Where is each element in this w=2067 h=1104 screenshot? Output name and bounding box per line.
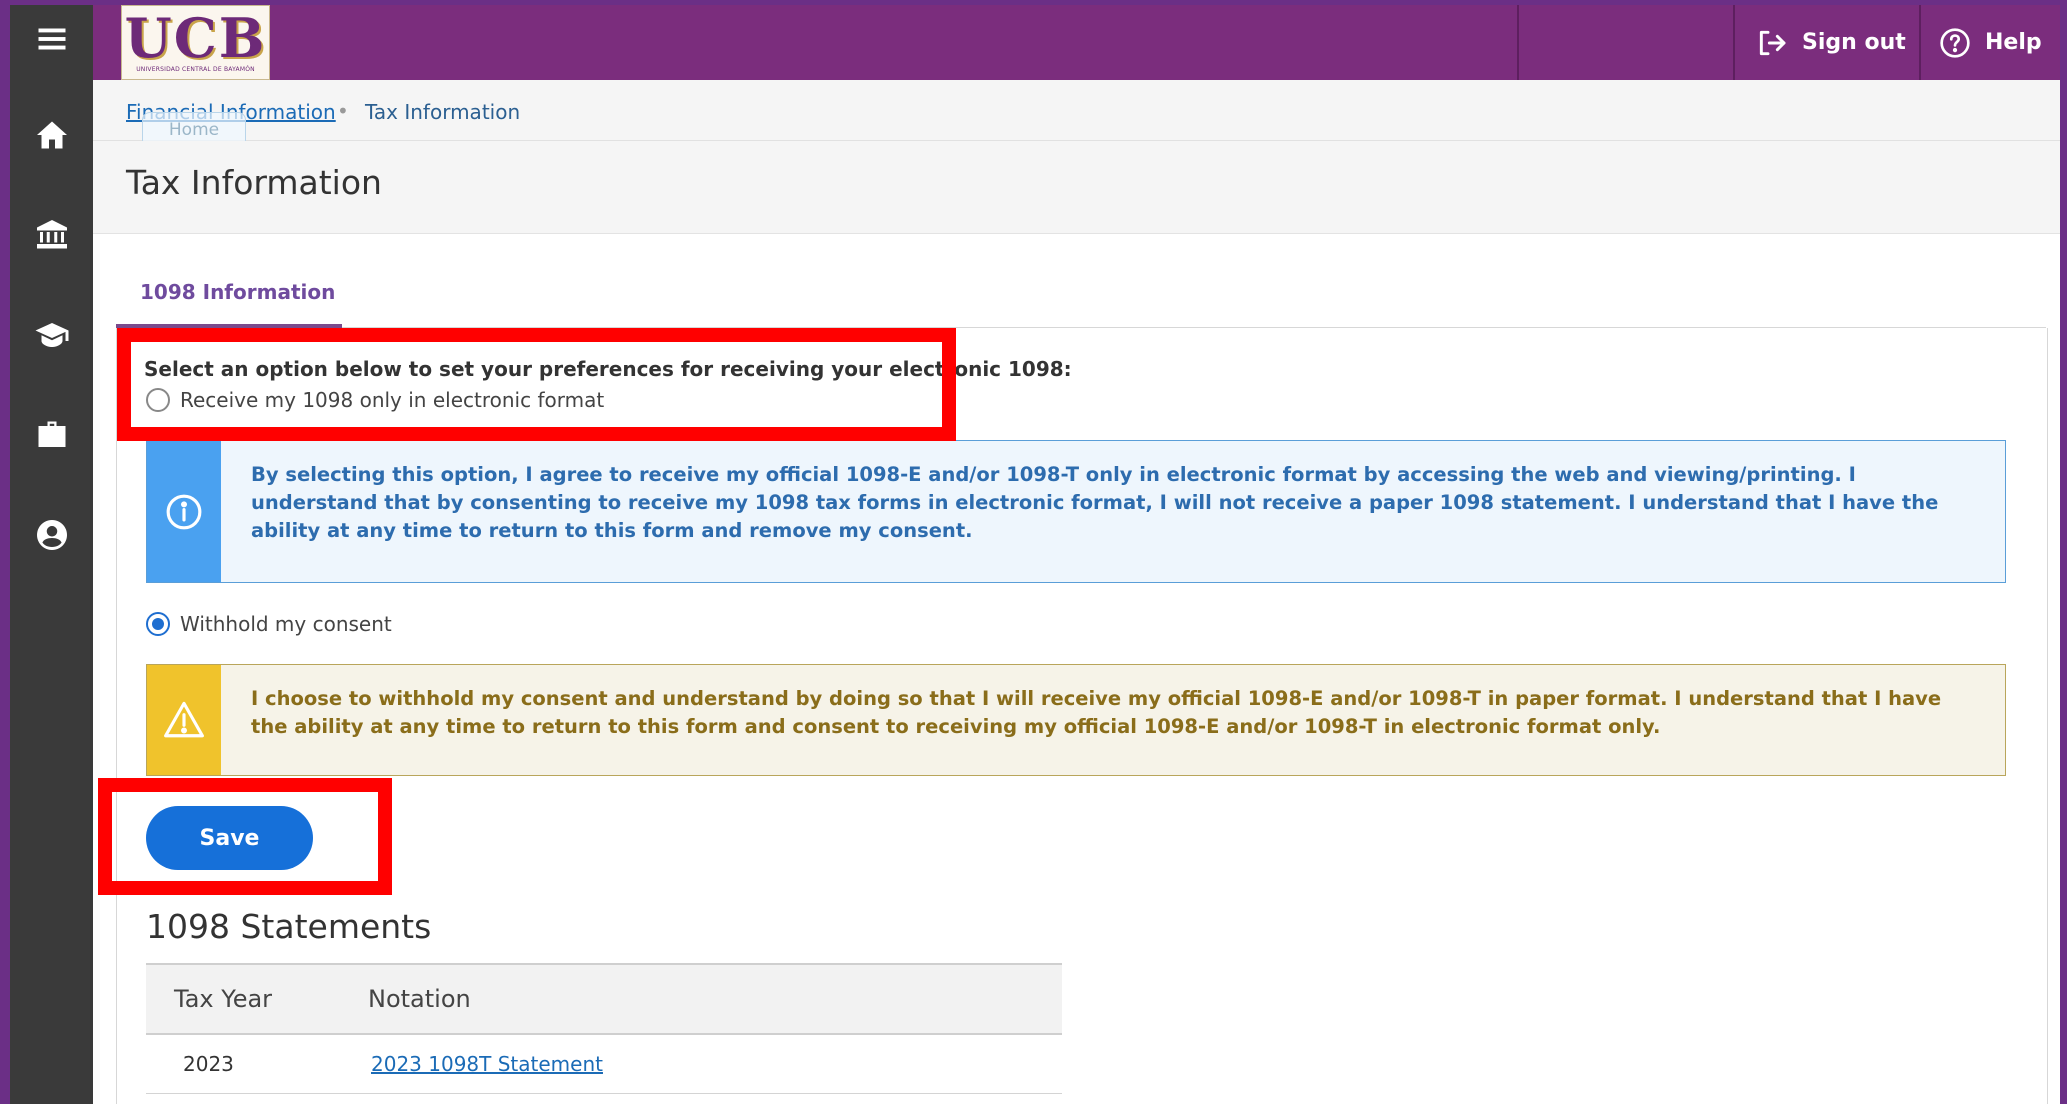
header-separator <box>1517 5 1519 80</box>
info-icon-column <box>147 441 221 582</box>
info-icon <box>166 494 202 529</box>
highlight-box-save <box>98 778 392 895</box>
table-header-row: Tax Year Notation <box>146 963 1062 1035</box>
nav-profile-button[interactable] <box>10 505 93 565</box>
tab-label: 1098 Information <box>140 280 336 304</box>
withhold-notice-text: I choose to withhold my consent and unde… <box>251 687 1942 738</box>
header-separator <box>1919 5 1921 80</box>
top-header: UCB UNIVERSIDAD CENTRAL DE BAYAMÓN Sign … <box>93 5 2060 80</box>
breadcrumb-separator: • <box>337 99 349 123</box>
university-logo[interactable]: UCB UNIVERSIDAD CENTRAL DE BAYAMÓN <box>121 5 270 80</box>
warning-icon-column <box>147 665 221 775</box>
breadcrumb-current: Tax Information <box>365 100 521 124</box>
home-icon <box>36 121 67 149</box>
statements-table: Tax Year Notation 2023 2023 1098T Statem… <box>146 963 1062 1094</box>
header-separator <box>1733 5 1735 80</box>
tab-1098-information[interactable]: 1098 Information <box>116 265 342 328</box>
briefcase-icon <box>38 421 65 447</box>
app-window: UCB UNIVERSIDAD CENTRAL DE BAYAMÓN Sign … <box>10 5 2060 1104</box>
sign-out-button[interactable]: Sign out <box>1756 5 1906 80</box>
page-title: Tax Information <box>126 163 382 202</box>
table-row: 2023 2023 1098T Statement <box>146 1034 1062 1094</box>
highlight-box-options <box>117 328 956 441</box>
withhold-consent-notice: I choose to withhold my consent and unde… <box>146 664 2006 776</box>
logo-subtitle: UNIVERSIDAD CENTRAL DE BAYAMÓN <box>136 66 255 73</box>
withhold-option[interactable]: Withhold my consent <box>146 612 392 636</box>
statement-link[interactable]: 2023 1098T Statement <box>371 1052 603 1076</box>
help-icon <box>1940 27 1970 58</box>
nav-academics-button[interactable] <box>10 305 93 365</box>
menu-icon <box>38 28 65 50</box>
page-header: Tax Information <box>93 141 2060 234</box>
nav-financial-button[interactable] <box>10 205 93 265</box>
electronic-consent-notice: By selecting this option, I agree to rec… <box>146 440 2006 583</box>
bank-icon <box>36 220 67 249</box>
side-navigation <box>10 5 93 1104</box>
help-button[interactable]: Help <box>1939 5 2042 80</box>
nav-home-button[interactable] <box>10 105 93 165</box>
nav-employment-button[interactable] <box>10 405 93 465</box>
tax-year-cell: 2023 <box>146 1034 367 1094</box>
logo-letters: UCB <box>124 6 267 70</box>
help-label: Help <box>1985 30 2042 55</box>
column-notation: Notation <box>367 963 1062 1035</box>
withhold-radio[interactable] <box>146 612 170 636</box>
sign-out-icon <box>1759 30 1786 55</box>
graduation-cap-icon <box>35 323 68 347</box>
sign-out-label: Sign out <box>1802 30 1906 55</box>
breadcrumb: Financial Information • Tax Information … <box>93 80 2060 148</box>
column-tax-year: Tax Year <box>146 963 367 1035</box>
menu-button[interactable] <box>10 9 93 69</box>
electronic-notice-text: By selecting this option, I agree to rec… <box>251 463 1939 542</box>
user-circle-icon <box>36 520 67 550</box>
withhold-option-label: Withhold my consent <box>180 612 392 636</box>
statements-title: 1098 Statements <box>146 907 432 946</box>
warning-icon <box>164 701 204 738</box>
